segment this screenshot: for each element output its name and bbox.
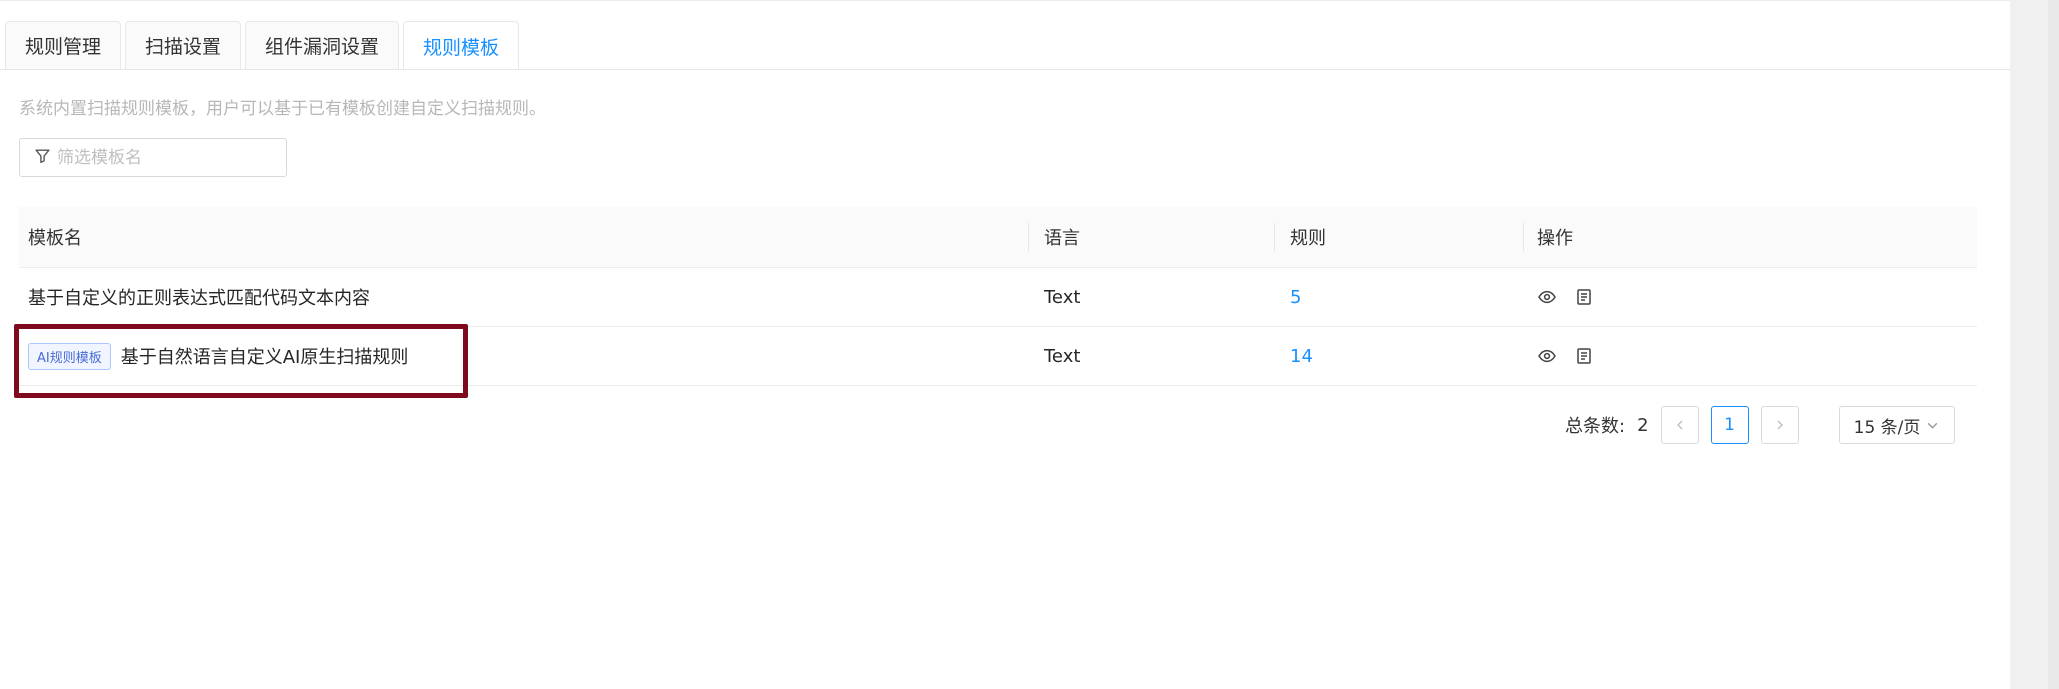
row-actions [1537, 268, 1611, 326]
template-filter-input[interactable] [55, 146, 279, 169]
tabs-divider [0, 69, 2010, 70]
table-header: 模板名 语言 规则 操作 [19, 207, 1977, 268]
chevron-right-icon [1777, 420, 1783, 430]
filter-icon [34, 147, 55, 168]
document-icon[interactable] [1574, 346, 1594, 366]
tab-rule-management[interactable]: 规则管理 [5, 21, 122, 69]
chevron-down-icon [1928, 422, 1938, 429]
page-size-value: 15 条/页 [1853, 417, 1921, 438]
next-page-button[interactable] [1760, 406, 1799, 444]
page-number-button[interactable]: 1 [1710, 406, 1749, 444]
column-divider [1523, 223, 1524, 251]
pagination: 总条数: 2 1 15 条/页 [1565, 405, 1955, 445]
top-divider [0, 0, 2010, 1]
tab-rule-templates[interactable]: 规则模板 [403, 21, 520, 70]
column-header-language: 语言 [1044, 228, 1080, 249]
page-description: 系统内置扫描规则模板，用户可以基于已有模板创建自定义扫描规则。 [19, 99, 546, 119]
chevron-left-icon [1676, 420, 1683, 430]
template-name: 基于自定义的正则表达式匹配代码文本内容 [28, 288, 370, 309]
total-count: 2 [1637, 414, 1649, 436]
tab-bar: 规则管理 扫描设置 组件漏洞设置 规则模板 [5, 21, 523, 70]
template-language: Text [1044, 345, 1081, 367]
document-icon[interactable] [1574, 287, 1594, 307]
template-language: Text [1044, 286, 1081, 308]
column-header-template-name: 模板名 [28, 228, 82, 249]
tab-scan-settings[interactable]: 扫描设置 [125, 21, 242, 69]
column-divider [1274, 223, 1275, 251]
prev-page-button[interactable] [1660, 406, 1699, 444]
column-header-actions: 操作 [1537, 228, 1573, 249]
table-row: 基于自定义的正则表达式匹配代码文本内容 Text 5 [19, 268, 1977, 327]
column-header-rules: 规则 [1290, 228, 1326, 249]
rules-count-link[interactable]: 14 [1290, 327, 1313, 385]
main-content: 规则管理 扫描设置 组件漏洞设置 规则模板 系统内置扫描规则模板，用户可以基于已… [0, 0, 2010, 689]
highlight-box [14, 324, 468, 398]
page-size-select[interactable]: 15 条/页 [1838, 406, 1955, 444]
row-actions [1537, 327, 1611, 385]
total-count-label: 总条数: [1565, 416, 1626, 437]
eye-icon[interactable] [1537, 287, 1557, 307]
eye-icon[interactable] [1537, 346, 1557, 366]
column-divider [1028, 223, 1029, 251]
scrollbar-track[interactable] [2048, 0, 2059, 689]
tab-component-vuln-settings[interactable]: 组件漏洞设置 [245, 21, 400, 69]
template-filter[interactable] [19, 138, 287, 177]
rules-count-link[interactable]: 5 [1290, 268, 1301, 326]
